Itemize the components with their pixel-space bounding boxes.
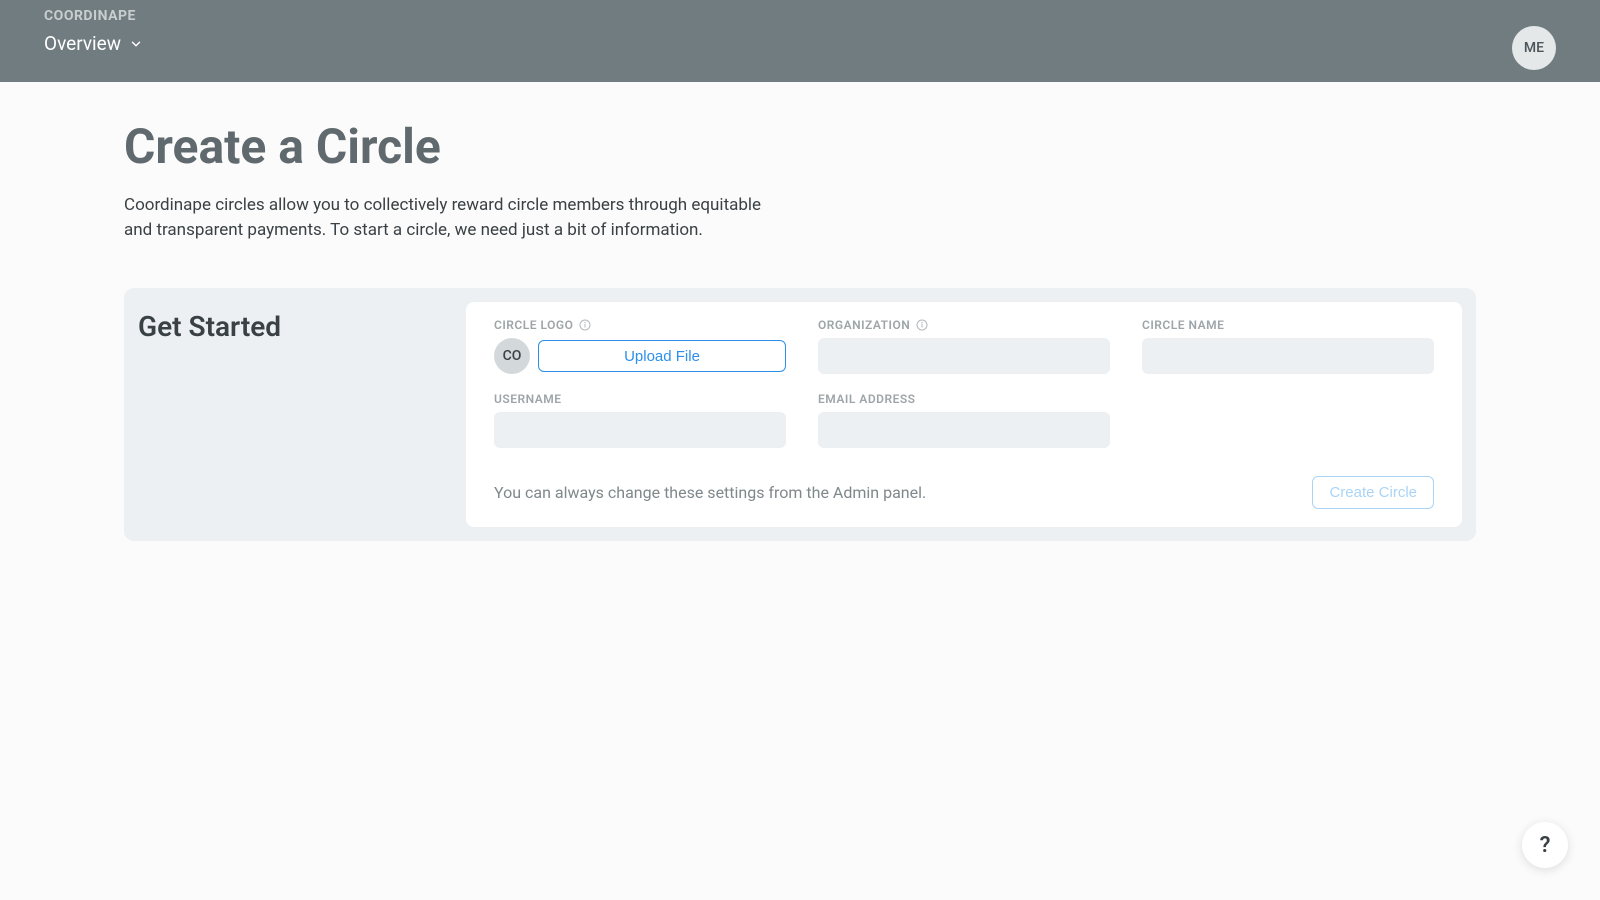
user-avatar[interactable]: ME: [1512, 26, 1556, 70]
label-circle-logo: CIRCLE LOGO: [494, 318, 786, 332]
overview-dropdown[interactable]: Overview: [44, 32, 143, 55]
info-icon[interactable]: [579, 319, 591, 331]
label-organization: ORGANIZATION: [818, 318, 1110, 332]
form-footer: You can always change these settings fro…: [494, 476, 1434, 509]
label-username: USERNAME: [494, 392, 786, 406]
section-title: Get Started: [138, 310, 438, 343]
overview-dropdown-label: Overview: [44, 32, 121, 55]
label-email: EMAIL ADDRESS: [818, 392, 1110, 406]
chevron-down-icon: [129, 37, 143, 51]
form-grid: CIRCLE LOGO CO Upload File ORGAN: [494, 318, 1434, 448]
create-circle-button[interactable]: Create Circle: [1312, 476, 1434, 509]
page-description: Coordinape circles allow you to collecti…: [124, 193, 764, 242]
form-panel: CIRCLE LOGO CO Upload File ORGAN: [466, 302, 1462, 527]
upload-file-button[interactable]: Upload File: [538, 340, 786, 372]
field-username: USERNAME: [494, 392, 786, 448]
username-input[interactable]: [494, 412, 786, 448]
app-header: COORDINAPE Overview ME: [0, 0, 1600, 82]
field-circle-logo: CIRCLE LOGO CO Upload File: [494, 318, 786, 374]
card-left: Get Started: [138, 302, 438, 527]
field-circle-name: CIRCLE NAME: [1142, 318, 1434, 374]
avatar-initials: ME: [1524, 40, 1544, 56]
email-input[interactable]: [818, 412, 1110, 448]
brand-logo: COORDINAPE: [44, 8, 143, 24]
page-title: Create a Circle: [124, 118, 1476, 175]
help-button[interactable]: ?: [1522, 822, 1568, 868]
label-circle-name: CIRCLE NAME: [1142, 318, 1434, 332]
field-organization: ORGANIZATION: [818, 318, 1110, 374]
info-icon[interactable]: [916, 319, 928, 331]
circle-name-input[interactable]: [1142, 338, 1434, 374]
page-content: Create a Circle Coordinape circles allow…: [0, 82, 1600, 541]
header-left: COORDINAPE Overview: [44, 8, 143, 55]
circle-logo-placeholder: CO: [494, 338, 530, 374]
get-started-card: Get Started CIRCLE LOGO CO Upload File: [124, 288, 1476, 541]
logo-row: CO Upload File: [494, 338, 786, 374]
question-mark-icon: ?: [1540, 833, 1551, 858]
organization-input[interactable]: [818, 338, 1110, 374]
footer-hint: You can always change these settings fro…: [494, 483, 926, 502]
field-email: EMAIL ADDRESS: [818, 392, 1110, 448]
